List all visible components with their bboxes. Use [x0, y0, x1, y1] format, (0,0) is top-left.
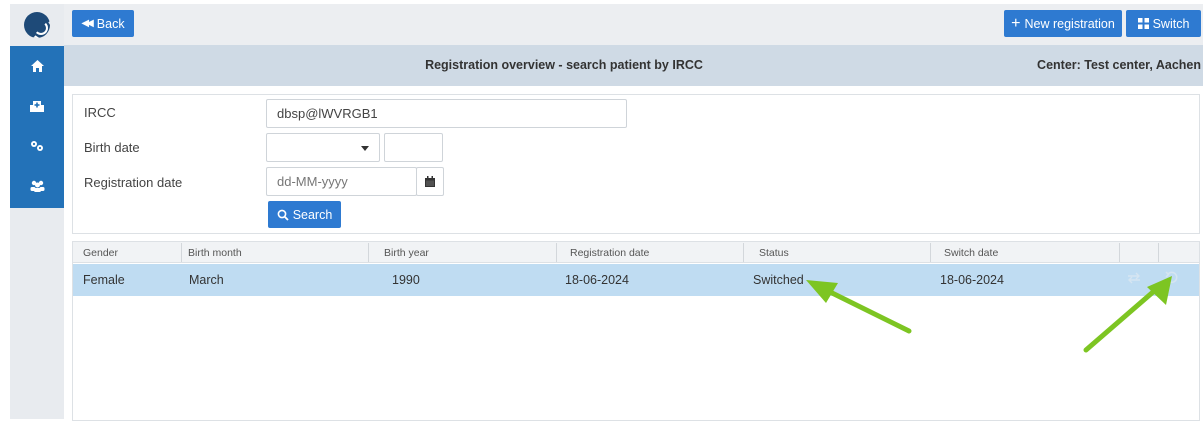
undo-annotation-arrow [1083, 276, 1172, 353]
status-annotation-arrow [806, 280, 912, 334]
annotation-arrows [806, 276, 1172, 353]
